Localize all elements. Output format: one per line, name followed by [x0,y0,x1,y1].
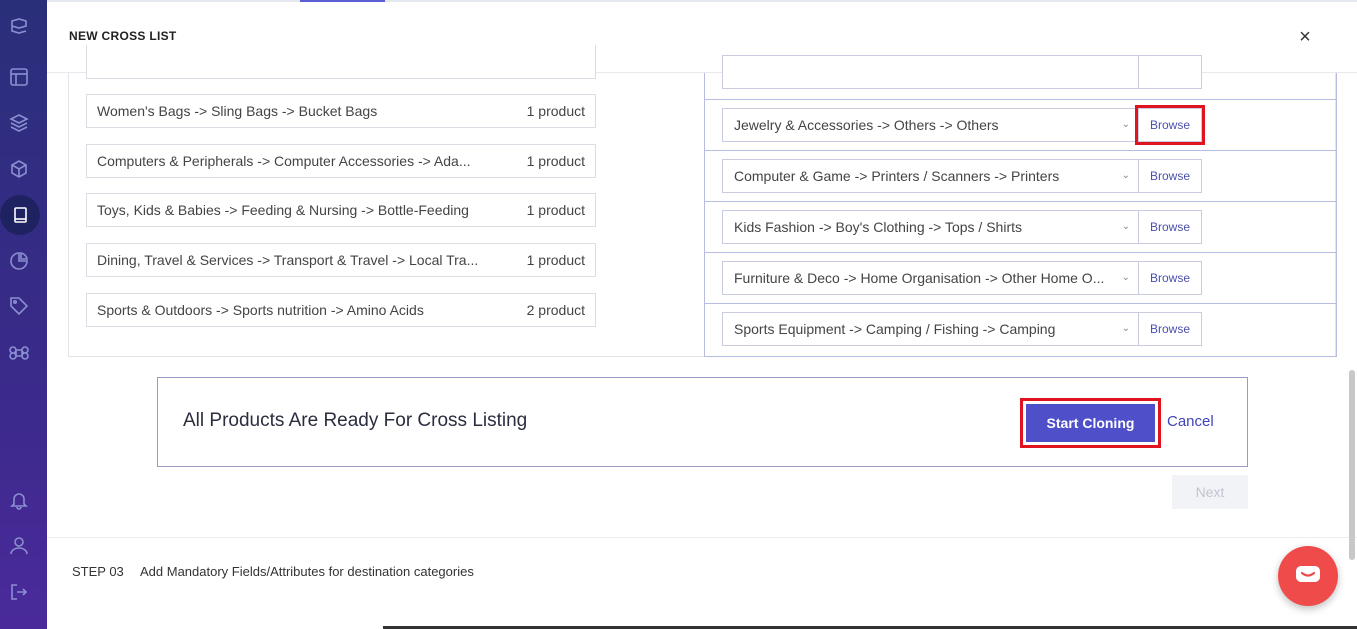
source-category-label: Women's Bags -> Sling Bags -> Bucket Bag… [97,103,378,119]
destination-row: Sports Equipment -> Camping / Fishing ->… [705,303,1336,355]
start-cloning-highlight: Start Cloning [1020,398,1161,448]
scrollbar[interactable] [1349,370,1355,560]
start-cloning-button[interactable]: Start Cloning [1026,404,1155,442]
cancel-link[interactable]: Cancel [1167,413,1214,430]
destination-row: Computer & Game -> Printers / Scanners -… [705,150,1336,202]
source-category-row: Dining, Travel & Services -> Transport &… [86,243,596,277]
browse-button[interactable]: Browse [1138,210,1202,244]
product-count: 1 product [526,103,585,119]
modal-title: NEW CROSS LIST [69,29,177,43]
source-category-row: Toys, Kids & Babies -> Feeding & Nursing… [86,193,596,227]
select-value: Kids Fashion -> Boy's Clothing -> Tops /… [734,219,1022,235]
source-category-label: Sports & Outdoors -> Sports nutrition ->… [97,302,424,318]
book-icon[interactable] [0,195,40,235]
chevron-down-icon: ⌄ [1121,170,1130,181]
select-value: Jewelry & Accessories -> Others -> Other… [734,117,999,133]
select-value: Sports Equipment -> Camping / Fishing ->… [734,321,1056,337]
source-category-row: Sports & Outdoors -> Sports nutrition ->… [86,293,596,327]
product-count: 1 product [526,153,585,169]
ready-banner: All Products Are Ready For Cross Listing… [157,377,1248,467]
product-count: 2 product [526,302,585,318]
source-category-label: Toys, Kids & Babies -> Feeding & Nursing… [97,202,469,218]
chat-icon [1296,566,1320,582]
bell-icon[interactable] [8,489,30,511]
close-icon[interactable]: × [1295,27,1315,47]
tag-icon[interactable] [8,295,30,317]
user-icon[interactable] [8,535,30,557]
product-count: 1 product [526,202,585,218]
next-button[interactable]: Next [1172,475,1248,509]
source-category-row: Women's Bags -> Sling Bags -> Bucket Bag… [86,94,596,128]
destination-category-select[interactable]: Jewelry & Accessories -> Others -> Other… [722,108,1139,142]
destination-row: Jewelry & Accessories -> Others -> Other… [705,99,1336,151]
box-icon[interactable] [8,158,30,180]
destination-category-select-partial[interactable] [722,55,1139,89]
destination-category-select[interactable]: Furniture & Deco -> Home Organisation ->… [722,261,1139,295]
chevron-down-icon: ⌄ [1121,323,1130,334]
destination-category-select[interactable]: Computer & Game -> Printers / Scanners -… [722,159,1139,193]
sidebar [0,0,47,629]
source-category-row: Computers & Peripherals -> Computer Acce… [86,144,596,178]
command-icon[interactable] [8,342,30,364]
logo-icon[interactable] [8,16,30,38]
browse-button[interactable]: Browse [1135,105,1205,145]
step-number: STEP 03 [72,564,124,579]
source-category-label: Computers & Peripherals -> Computer Acce… [97,153,471,169]
select-value: Computer & Game -> Printers / Scanners -… [734,168,1060,184]
destination-category-column: Jewelry & Accessories -> Others -> Other… [704,55,1337,357]
pie-chart-icon[interactable] [8,250,30,272]
category-mapping-panel: Women's Bags -> Sling Bags -> Bucket Bag… [68,45,1337,357]
chevron-down-icon: ⌄ [1121,119,1130,130]
chat-button[interactable] [1278,546,1338,606]
browse-button[interactable]: Browse [1138,312,1202,346]
product-count: 1 product [526,252,585,268]
chevron-down-icon: ⌄ [1121,221,1130,232]
banner-message: All Products Are Ready For Cross Listing [183,410,528,431]
browse-button[interactable]: Browse [1138,159,1202,193]
destination-row: Kids Fashion -> Boy's Clothing -> Tops /… [705,201,1336,253]
logout-icon[interactable] [8,581,30,603]
step-title[interactable]: Add Mandatory Fields/Attributes for dest… [140,564,474,579]
list-item-partial [86,45,596,79]
source-category-label: Dining, Travel & Services -> Transport &… [97,252,479,268]
chevron-down-icon: ⌄ [1121,272,1130,283]
layout-icon[interactable] [8,66,30,88]
browse-button[interactable]: Browse [1138,261,1202,295]
destination-row-partial [705,47,1336,99]
destination-category-select[interactable]: Kids Fashion -> Boy's Clothing -> Tops /… [722,210,1139,244]
destination-category-select[interactable]: Sports Equipment -> Camping / Fishing ->… [722,312,1139,346]
layers-icon[interactable] [8,112,30,134]
destination-row: Furniture & Deco -> Home Organisation ->… [705,252,1336,304]
browse-button-partial[interactable] [1138,55,1202,89]
step-divider [47,537,1357,538]
select-value: Furniture & Deco -> Home Organisation ->… [734,270,1105,286]
